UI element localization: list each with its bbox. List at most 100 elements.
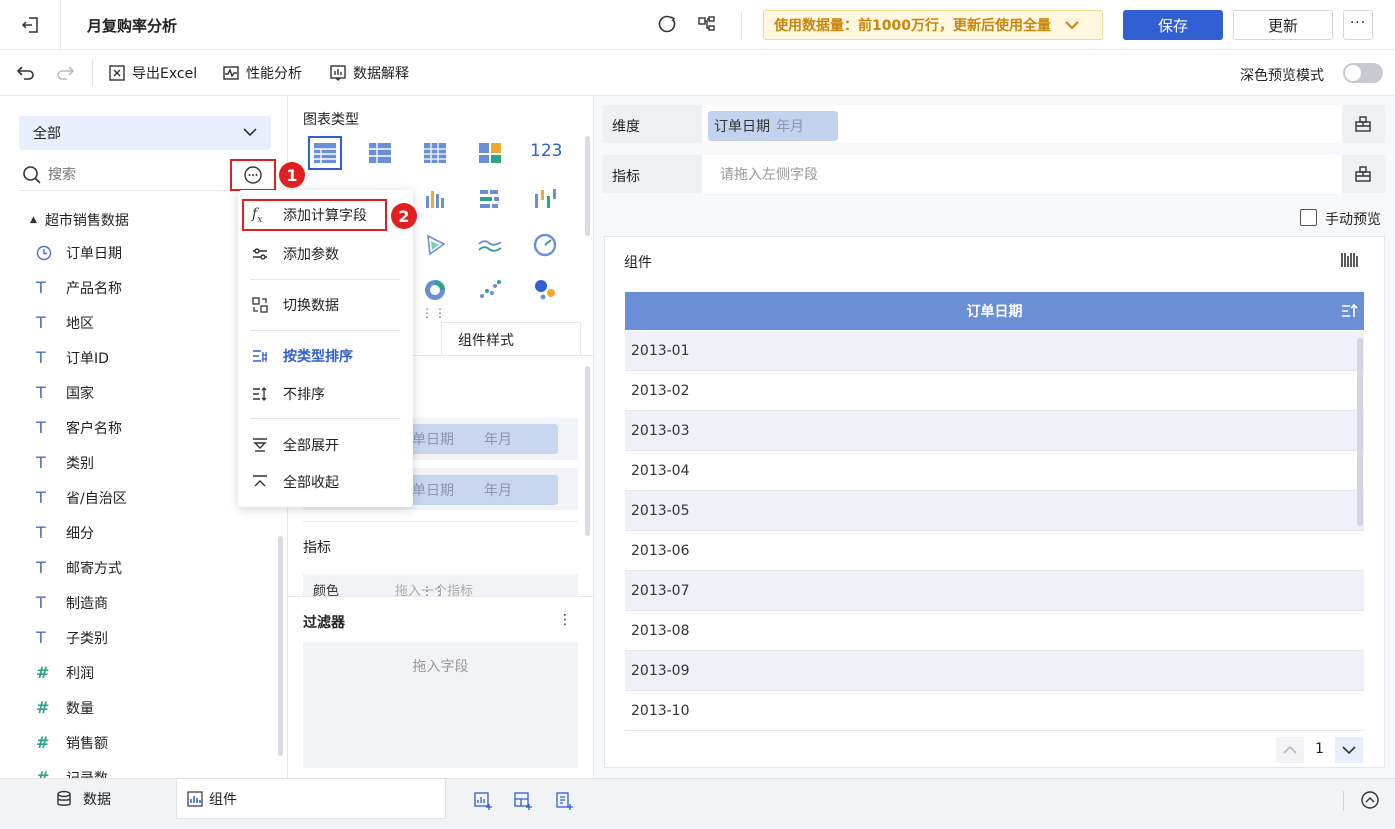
table-row[interactable]: 2013-04 [625, 451, 1364, 491]
menu-item-no-sort[interactable]: 不排序 [238, 375, 413, 413]
add-component-icon[interactable] [473, 791, 493, 811]
ellipsis-circle-icon [243, 165, 263, 185]
save-button[interactable]: 保存 [1123, 10, 1223, 40]
radar-icon[interactable] [420, 230, 450, 260]
hierarchy-icon[interactable] [1354, 165, 1372, 183]
table-chart-icon[interactable] [308, 136, 342, 170]
gauge-icon[interactable] [530, 230, 560, 260]
table-cell: 2013-09 [631, 662, 690, 679]
metric-label: 指标 [303, 540, 331, 556]
pie-chart-icon[interactable] [420, 275, 450, 305]
field-item[interactable]: # 利润 [0, 655, 280, 690]
field-name: 类别 [66, 455, 94, 472]
menu-item-label: 按类型排序 [283, 349, 353, 365]
tab-data[interactable]: 数据 [55, 789, 111, 809]
page-next-button[interactable] [1335, 737, 1363, 763]
text-icon: T [36, 628, 46, 647]
scrollbar[interactable] [585, 366, 590, 536]
data-explain-button[interactable]: 数据解释 [329, 63, 409, 83]
field-name: 制造商 [66, 595, 108, 612]
table-row[interactable]: 2013-01 [625, 331, 1364, 371]
menu-item-sort-by-type[interactable]: 按类型排序 [238, 337, 413, 375]
field-item[interactable]: # 记录数 [0, 760, 280, 778]
number-card-icon[interactable]: 123 [530, 138, 564, 168]
add-report-icon[interactable] [554, 791, 574, 811]
table-scrollbar[interactable] [1357, 338, 1363, 526]
scrollbar[interactable] [278, 536, 283, 756]
dataset-select[interactable]: 全部 [19, 116, 271, 150]
export-excel-button[interactable]: 导出Excel [108, 63, 197, 83]
scrollbar[interactable] [585, 136, 590, 236]
filter-drop-zone[interactable]: 拖入字段 [303, 642, 578, 768]
card-icon[interactable] [475, 138, 505, 168]
cross-table-icon[interactable] [365, 138, 395, 168]
field-item[interactable]: # 数量 [0, 690, 280, 725]
table-row[interactable]: 2013-03 [625, 411, 1364, 451]
exit-icon[interactable] [20, 14, 42, 36]
table-row[interactable]: 2013-06 [625, 531, 1364, 571]
field-item[interactable]: T 制造商 [0, 585, 280, 620]
drag-handle-icon[interactable]: ⋮⋮ [421, 307, 447, 319]
badge-label: 1 [286, 165, 298, 185]
dimension-pill[interactable]: 单日期 年月 [400, 475, 558, 505]
table-row[interactable]: 2013-08 [625, 611, 1364, 651]
text-icon: T [36, 488, 46, 507]
table-row[interactable]: 2013-02 [625, 371, 1364, 411]
field-name: 客户名称 [66, 420, 122, 437]
horizontal-bar-icon[interactable] [475, 184, 505, 214]
drag-handle-icon[interactable]: ⋮⋮ [421, 585, 445, 597]
bar-chart-icon [187, 790, 203, 807]
lineage-icon[interactable] [696, 13, 718, 35]
search-input[interactable] [48, 164, 218, 186]
table-row[interactable]: 2013-10 [625, 691, 1364, 731]
redo-icon[interactable] [55, 63, 75, 83]
refresh-icon[interactable] [656, 13, 678, 35]
more-button[interactable]: ··· [1343, 10, 1373, 40]
perf-analysis-label: 性能分析 [246, 66, 302, 82]
tab-component[interactable]: 组件 [176, 779, 446, 819]
bubble-icon[interactable] [530, 275, 560, 305]
area-chart-icon[interactable] [475, 230, 505, 260]
dataset-group[interactable]: ▲ 超市销售数据 [30, 210, 129, 230]
excel-icon [108, 64, 126, 82]
sort-icon[interactable] [1340, 303, 1358, 319]
hierarchy-icon[interactable] [1354, 115, 1372, 133]
menu-item-add-calc-field[interactable]: fx 添加计算字段 [242, 199, 387, 231]
filter-placeholder: 拖入字段 [412, 659, 469, 675]
group-name: 超市销售数据 [44, 213, 129, 229]
text-icon: T [36, 453, 46, 472]
undo-icon[interactable] [16, 63, 36, 83]
more-options-button[interactable] [230, 159, 276, 191]
menu-item-collapse-all[interactable]: 全部收起 [238, 463, 413, 501]
collapse-panel-icon[interactable] [1360, 790, 1380, 810]
waterfall-icon[interactable] [530, 184, 560, 214]
tab-component-style[interactable]: 组件样式 [441, 322, 581, 356]
filter-more-icon[interactable]: ⋮ [558, 612, 572, 628]
menu-item-add-param[interactable]: 添加参数 [238, 235, 413, 273]
add-dashboard-icon[interactable] [513, 791, 533, 811]
field-item[interactable]: # 销售额 [0, 725, 280, 760]
scatter-icon[interactable] [475, 275, 505, 305]
bar-chart-icon[interactable] [420, 184, 450, 214]
dimension-pill[interactable]: 单日期 年月 [400, 424, 558, 454]
perf-analysis-button[interactable]: 性能分析 [222, 63, 302, 83]
data-usage-notice[interactable]: 使用数据量：前1000万行，更新后使用全量 [763, 10, 1103, 40]
barcode-icon[interactable] [1340, 251, 1360, 269]
metric-drop-zone[interactable]: 请拖入左侧字段 [702, 155, 1342, 193]
table-row[interactable]: 2013-05 [625, 491, 1364, 531]
divider [60, 0, 61, 50]
page-prev-button[interactable] [1276, 737, 1304, 763]
table-row[interactable]: 2013-07 [625, 571, 1364, 611]
detail-table-icon[interactable] [420, 138, 450, 168]
field-item[interactable]: T 细分 [0, 515, 280, 550]
manual-preview-checkbox[interactable] [1300, 209, 1317, 226]
table-header[interactable]: 订单日期 [625, 292, 1364, 330]
menu-item-expand-all[interactable]: 全部展开 [238, 426, 413, 464]
update-button[interactable]: 更新 [1233, 10, 1333, 40]
table-row[interactable]: 2013-09 [625, 651, 1364, 691]
dimension-field-pill[interactable]: 订单日期 年月 [708, 111, 838, 141]
menu-item-switch-data[interactable]: 切换数据 [238, 286, 413, 324]
field-item[interactable]: T 邮寄方式 [0, 550, 280, 585]
dark-preview-toggle[interactable] [1343, 63, 1383, 83]
field-item[interactable]: T 子类别 [0, 620, 280, 655]
